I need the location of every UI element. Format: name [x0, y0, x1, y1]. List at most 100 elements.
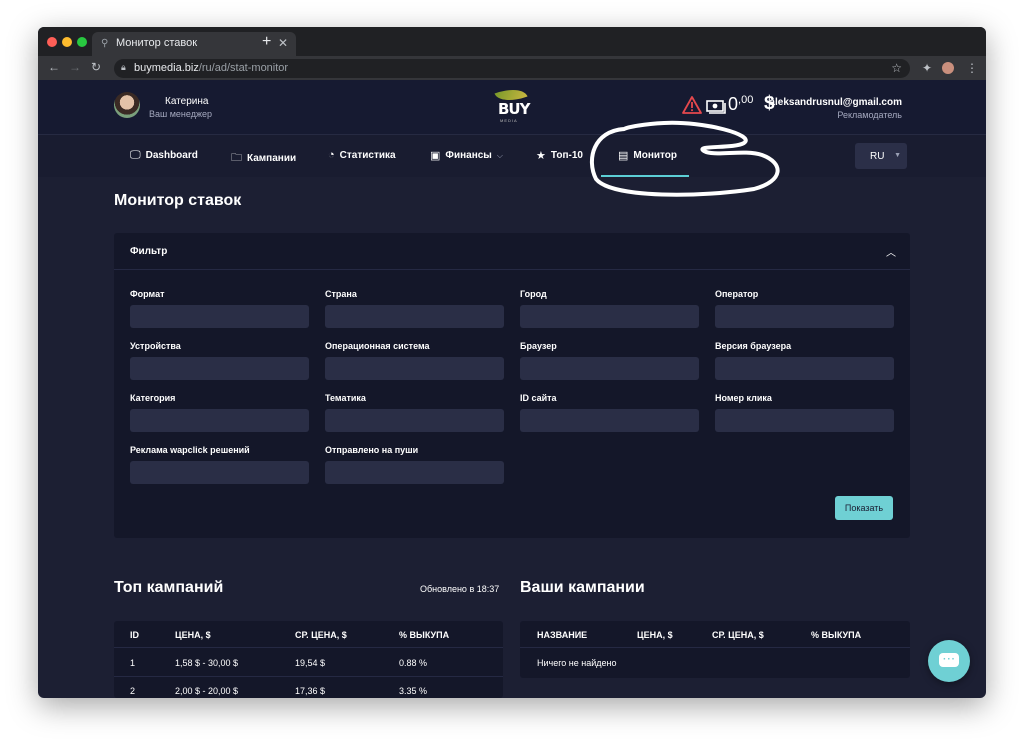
- country-select[interactable]: [325, 305, 504, 328]
- column-header[interactable]: ЦЕНА, $: [637, 630, 673, 640]
- field-label-format: Формат: [130, 289, 165, 299]
- maximize-window-button[interactable]: [77, 37, 87, 47]
- cell-avg-price: 19,54 $: [295, 658, 326, 668]
- field-label-os: Операционная система: [325, 341, 430, 351]
- star-icon: ★: [536, 150, 546, 162]
- column-header[interactable]: % ВЫКУПА: [811, 630, 861, 640]
- cell-id: 2: [130, 686, 136, 696]
- updated-timestamp: Обновлено в 18:37: [420, 584, 500, 594]
- browser-toolbar: ← → ↻ 🔒︎ buymedia.biz/ru/ad/stat-monitor…: [38, 56, 986, 80]
- folder-icon: 🗀: [231, 152, 242, 164]
- nav-statistics[interactable]: ◔ Статистика: [328, 149, 396, 161]
- url-text: buymedia.biz/ru/ad/stat-monitor: [134, 62, 289, 74]
- profile-avatar-icon[interactable]: [942, 62, 954, 74]
- reload-icon[interactable]: ↻: [91, 60, 101, 74]
- cell-id: 1: [130, 658, 136, 668]
- manager-avatar[interactable]: [114, 92, 140, 118]
- empty-state-text: Ничего не найдено: [537, 658, 617, 668]
- nav-top10[interactable]: ★ Топ-10: [536, 149, 583, 162]
- push-select[interactable]: [325, 461, 504, 484]
- filter-header[interactable]: Фильтр ︿: [114, 233, 910, 270]
- page-title: Монитор ставок: [114, 192, 242, 209]
- field-label-category: Категория: [130, 393, 176, 403]
- menu-dots-icon[interactable]: ⋮: [966, 61, 978, 75]
- nav-finance[interactable]: ▣ Финансы ⌵: [430, 149, 503, 162]
- warning-icon[interactable]: [682, 96, 702, 114]
- row-divider: [520, 647, 910, 648]
- pie-chart-icon: ◔: [328, 149, 335, 161]
- top-campaigns-title: Топ кампаний: [114, 579, 224, 596]
- cash-icon[interactable]: [706, 98, 726, 114]
- close-window-button[interactable]: [47, 37, 57, 47]
- category-select[interactable]: [130, 409, 309, 432]
- city-select[interactable]: [520, 305, 699, 328]
- back-icon[interactable]: ←: [48, 60, 60, 74]
- extensions-icon[interactable]: ✦: [922, 61, 932, 75]
- devices-select[interactable]: [130, 357, 309, 380]
- column-header[interactable]: НАЗВАНИЕ: [537, 630, 587, 640]
- show-button[interactable]: Показать: [835, 496, 893, 520]
- browser-version-select[interactable]: [715, 357, 894, 380]
- manager-role: Ваш менеджер: [149, 109, 212, 119]
- column-header[interactable]: % ВЫКУПА: [399, 630, 449, 640]
- field-label-wapclick: Реклама wapclick решений: [130, 445, 250, 455]
- operator-select[interactable]: [715, 305, 894, 328]
- chat-button[interactable]: ···: [928, 640, 970, 682]
- field-label-browser-version: Версия браузера: [715, 341, 792, 351]
- filter-panel: Фильтр ︿ Формат Страна Город Оператор Ус…: [114, 233, 910, 538]
- cell-price: 1,58 $ - 30,00 $: [175, 658, 239, 668]
- chevron-up-icon[interactable]: ︿: [886, 244, 896, 259]
- column-header[interactable]: ЦЕНА, $: [175, 630, 211, 640]
- field-label-click-number: Номер клика: [715, 393, 772, 403]
- site-id-input[interactable]: [520, 409, 699, 432]
- address-bar[interactable]: 🔒︎ buymedia.biz/ru/ad/stat-monitor ☆: [114, 59, 910, 78]
- browser-select[interactable]: [520, 357, 699, 380]
- click-number-input[interactable]: [715, 409, 894, 432]
- row-divider: [114, 647, 503, 648]
- bookmark-star-icon[interactable]: ☆: [891, 61, 902, 75]
- column-header[interactable]: ID: [130, 630, 139, 640]
- top-campaigns-table: ID ЦЕНА, $ СР. ЦЕНА, $ % ВЫКУПА 1 1,58 $…: [114, 621, 503, 698]
- money-icon: ▣: [430, 150, 441, 162]
- field-label-push: Отправлено на пуши: [325, 445, 419, 455]
- field-label-browser: Браузер: [520, 341, 557, 351]
- tab-close-icon[interactable]: ✕: [278, 36, 288, 50]
- favicon-icon: ⚲: [101, 38, 109, 49]
- field-label-devices: Устройства: [130, 341, 181, 351]
- row-divider: [114, 676, 503, 677]
- column-header[interactable]: СР. ЦЕНА, $: [295, 630, 347, 640]
- nav-monitor[interactable]: ▤ Монитор: [618, 149, 677, 162]
- account-email[interactable]: aleksandrusnul@gmail.com: [769, 97, 902, 108]
- filter-title: Фильтр: [130, 246, 168, 257]
- lock-icon: 🔒︎: [121, 62, 126, 72]
- field-label-city: Город: [520, 289, 547, 299]
- browser-tabbar: ⚲ Монитор ставок ✕ +: [38, 27, 986, 56]
- field-label-country: Страна: [325, 289, 357, 299]
- your-campaigns-table: НАЗВАНИЕ ЦЕНА, $ СР. ЦЕНА, $ % ВЫКУПА Ни…: [520, 621, 910, 678]
- your-campaigns-title: Ваши кампании: [520, 579, 645, 596]
- field-label-theme: Тематика: [325, 393, 366, 403]
- new-tab-icon[interactable]: +: [262, 33, 271, 51]
- balance-amount: 0,00: [728, 94, 754, 114]
- nav-campaigns[interactable]: 🗀 Кампании: [231, 149, 296, 168]
- account-role: Рекламодатель: [837, 110, 902, 120]
- nav-dashboard[interactable]: 🖵 Dashboard: [130, 149, 198, 162]
- language-select[interactable]: RU ▼: [855, 143, 907, 169]
- cell-price: 2,00 $ - 20,00 $: [175, 686, 239, 696]
- cell-avg-price: 17,36 $: [295, 686, 326, 696]
- field-label-site-id: ID сайта: [520, 393, 557, 403]
- monitor-icon: 🖵: [130, 149, 141, 161]
- format-select[interactable]: [130, 305, 309, 328]
- os-select[interactable]: [325, 357, 504, 380]
- cell-buyout: 3.35 %: [399, 686, 428, 696]
- theme-select[interactable]: [325, 409, 504, 432]
- tab-title: Монитор ставок: [116, 37, 198, 49]
- browser-window: ⚲ Монитор ставок ✕ + ← → ↻ 🔒︎ buymedia.b…: [38, 27, 986, 698]
- column-header[interactable]: СР. ЦЕНА, $: [712, 630, 764, 640]
- chevron-down-icon: ⌵: [496, 150, 503, 160]
- field-label-operator: Оператор: [715, 289, 759, 299]
- buymedia-logo[interactable]: BUY MEDIA: [492, 83, 531, 128]
- forward-icon[interactable]: →: [69, 60, 81, 74]
- wapclick-select[interactable]: [130, 461, 309, 484]
- minimize-window-button[interactable]: [62, 37, 72, 47]
